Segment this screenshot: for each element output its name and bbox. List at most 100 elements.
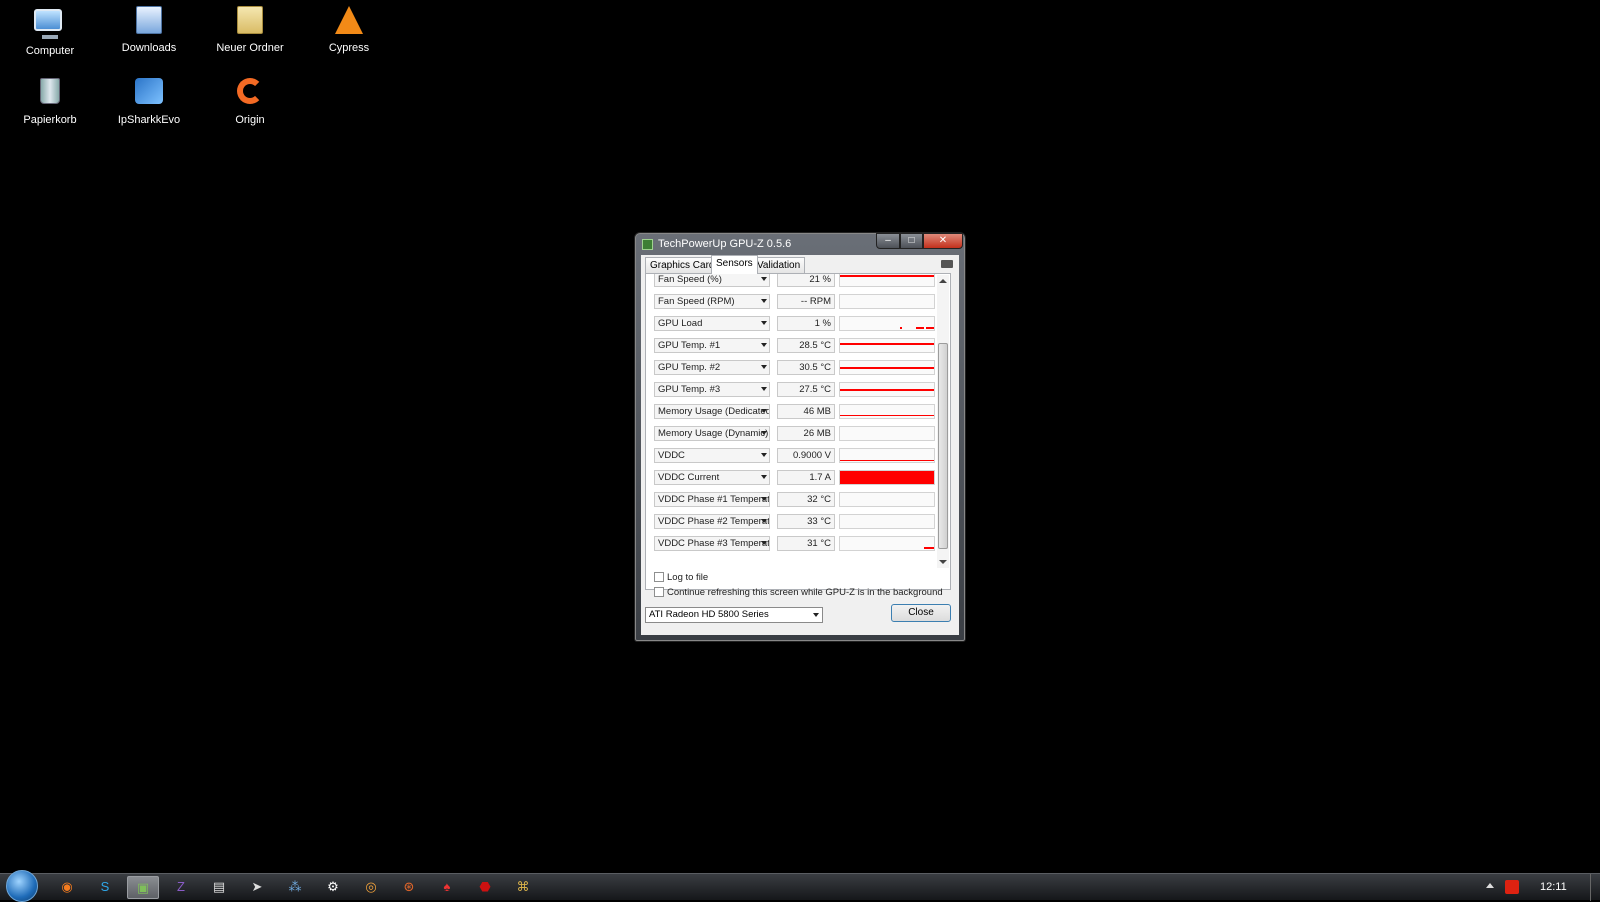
graphics-card-select[interactable]: ATI Radeon HD 5800 Series <box>645 607 823 623</box>
sensor-name-dropdown[interactable]: GPU Temp. #1 <box>654 338 770 353</box>
desktop-icon-label: Cypress <box>328 42 370 54</box>
chevron-down-icon <box>761 409 767 413</box>
chevron-down-icon <box>761 387 767 391</box>
sensor-name-dropdown[interactable]: VDDC Phase #1 Temperature <box>654 492 770 507</box>
checkbox-box[interactable] <box>654 587 664 597</box>
sensor-value: 30.5 °C <box>777 360 835 375</box>
graph-blip <box>900 327 902 329</box>
z-app-icon[interactable]: Z <box>165 876 197 899</box>
window-close-button[interactable]: ✕ <box>923 233 963 249</box>
window-title: TechPowerUp GPU-Z 0.5.6 <box>658 238 792 250</box>
close-button[interactable]: Close <box>891 604 951 622</box>
minimize-button[interactable]: – <box>876 233 900 249</box>
sensor-name-dropdown[interactable]: VDDC Current <box>654 470 770 485</box>
sensor-name-dropdown[interactable]: VDDC Phase #2 Temperature <box>654 514 770 529</box>
sensor-name-dropdown[interactable]: VDDC <box>654 448 770 463</box>
tab-sensors[interactable]: Sensors <box>711 255 758 274</box>
steam-icon[interactable]: ⚙ <box>317 876 349 899</box>
sensor-row: VDDC Current 1.7 A <box>646 468 938 490</box>
sensor-graph <box>839 338 935 353</box>
sensor-name-dropdown[interactable]: Fan Speed (%) <box>654 274 770 287</box>
origin-icon[interactable]: ◎ <box>355 876 387 899</box>
firefox-icon[interactable]: ◉ <box>51 876 83 899</box>
sensor-name-dropdown[interactable]: Memory Usage (Dedicated) <box>654 404 770 419</box>
checkbox-box[interactable] <box>654 572 664 582</box>
sensor-graph <box>839 514 935 529</box>
taskbar-clock[interactable]: 12:11 <box>1540 881 1567 893</box>
downloads-folder-icon <box>133 6 165 38</box>
sensor-name-dropdown[interactable]: GPU Temp. #2 <box>654 360 770 375</box>
camera-icon[interactable] <box>941 260 953 268</box>
desktop-icon-papierkorb[interactable]: Papierkorb <box>10 78 90 126</box>
chevron-down-icon <box>761 431 767 435</box>
graph-line <box>840 415 934 416</box>
sensor-graph <box>839 274 935 287</box>
red-shield-icon[interactable]: ⬣ <box>469 876 501 899</box>
sensor-row: Memory Usage (Dedicated) 46 MB <box>646 402 938 424</box>
maximize-button[interactable]: □ <box>900 233 923 249</box>
chevron-down-icon <box>761 277 767 281</box>
sensor-name: Fan Speed (RPM) <box>658 296 735 307</box>
scroll-up-arrow-icon[interactable] <box>939 279 947 283</box>
sensor-graph <box>839 404 935 419</box>
graphics-card-select-value: ATI Radeon HD 5800 Series <box>649 609 769 620</box>
title-bar[interactable]: TechPowerUp GPU-Z 0.5.6 – □ ✕ <box>635 233 965 255</box>
sensor-row: VDDC Phase #3 Temperature 31 °C <box>646 534 938 556</box>
desktop-icon-origin[interactable]: Origin <box>210 78 290 126</box>
sensor-name-dropdown[interactable]: Fan Speed (RPM) <box>654 294 770 309</box>
chevron-down-icon <box>761 475 767 479</box>
sensor-name-dropdown[interactable]: GPU Load <box>654 316 770 331</box>
sensor-row: Fan Speed (RPM) -- RPM <box>646 292 938 314</box>
graph-blip <box>916 327 924 329</box>
sensor-name-dropdown[interactable]: GPU Temp. #3 <box>654 382 770 397</box>
graph-line <box>840 275 934 277</box>
sensor-name: Fan Speed (%) <box>658 274 722 285</box>
network-icon[interactable]: ⁂ <box>279 876 311 899</box>
chevron-down-icon <box>761 541 767 545</box>
sensor-name: Memory Usage (Dedicated) <box>658 406 770 417</box>
tab-graphics-card[interactable]: Graphics Card <box>645 257 720 274</box>
background-refresh-checkbox[interactable]: Continue refreshing this screen while GP… <box>654 587 943 598</box>
scrollbar-thumb[interactable] <box>938 343 948 549</box>
start-button[interactable] <box>6 870 38 902</box>
desktop-icon-cypress[interactable]: Cypress <box>309 6 389 54</box>
sensor-value: 32 °C <box>777 492 835 507</box>
graph-blip <box>924 547 934 549</box>
vertical-scrollbar[interactable] <box>937 275 949 568</box>
desktop-icon-neuer-ordner[interactable]: Neuer Ordner <box>210 6 290 54</box>
tray-expand-icon[interactable] <box>1486 883 1494 888</box>
scroll-down-arrow-icon[interactable] <box>939 560 947 564</box>
tools-icon[interactable]: ⌘ <box>507 876 539 899</box>
skype-icon[interactable]: S <box>89 876 121 899</box>
desktop-icon-label: IpSharkkEvo <box>117 114 181 126</box>
archive-icon[interactable]: ▤ <box>203 876 235 899</box>
sensor-name: GPU Temp. #1 <box>658 340 721 351</box>
desktop-icon-downloads[interactable]: Downloads <box>109 6 189 54</box>
origin-icon <box>234 78 266 110</box>
sensor-value: 27.5 °C <box>777 382 835 397</box>
tab-validation[interactable]: Validation <box>752 257 806 274</box>
graph-line <box>840 343 934 345</box>
sensor-name-dropdown[interactable]: VDDC Phase #3 Temperature <box>654 536 770 551</box>
sensor-value: -- RPM <box>777 294 835 309</box>
sensor-name: VDDC Current <box>658 472 720 483</box>
sensor-graph <box>839 536 935 551</box>
chevron-down-icon <box>761 343 767 347</box>
log-to-file-checkbox[interactable]: Log to file <box>654 572 708 583</box>
desktop-icon-computer[interactable]: Computer <box>10 6 90 57</box>
sensor-value: 33 °C <box>777 514 835 529</box>
sensor-graph <box>839 360 935 375</box>
arrows-icon[interactable]: ➤ <box>241 876 273 899</box>
taskbar: ◉ S ▣ Z ▤ ➤ ⁂ ⚙ ◎ ⊛ ♠ ⬣ ⌘ 12:11 <box>0 870 1600 902</box>
sensor-value: 28.5 °C <box>777 338 835 353</box>
sensor-name-dropdown[interactable]: Memory Usage (Dynamic) <box>654 426 770 441</box>
sensor-row: VDDC 0.9000 V <box>646 446 938 468</box>
sensor-graph <box>839 426 935 441</box>
gpu-z-icon[interactable]: ▣ <box>127 876 159 899</box>
sensor-graph <box>839 448 935 463</box>
ring-icon[interactable]: ⊛ <box>393 876 425 899</box>
desktop-icon-ipsharkkevo[interactable]: IpSharkkEvo <box>109 78 189 126</box>
tray-app-icon[interactable] <box>1505 880 1519 894</box>
red-app-icon[interactable]: ♠ <box>431 876 463 899</box>
show-desktop-button[interactable] <box>1590 874 1600 901</box>
